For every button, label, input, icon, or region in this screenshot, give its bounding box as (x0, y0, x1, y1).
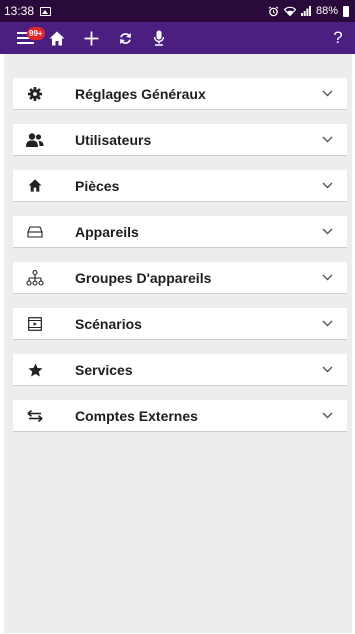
refresh-button[interactable] (108, 22, 142, 54)
menu-item-label: Pièces (75, 177, 120, 194)
microphone-icon (153, 30, 165, 46)
signal-icon (300, 6, 311, 16)
menu-item-rooms[interactable]: Pièces (13, 170, 347, 202)
chevron-down-icon (307, 274, 347, 281)
chevron-down-icon (307, 366, 347, 373)
status-right: 88% (268, 5, 349, 17)
menu-item-label: Scénarios (75, 315, 142, 332)
chevron-down-icon (307, 136, 347, 143)
toolbar: 99+ ? (0, 22, 355, 54)
external-accounts-icon (13, 400, 57, 432)
menu-item-users[interactable]: Utilisateurs (13, 124, 347, 156)
chevron-down-icon (307, 90, 347, 97)
battery-percent: 88% (315, 5, 338, 17)
status-left: 13:38 (4, 4, 52, 18)
add-icon (84, 31, 98, 45)
menu-button[interactable]: 99+ (10, 22, 45, 54)
notification-badge: 99+ (27, 27, 45, 40)
menu-item-scenarios[interactable]: Scénarios (13, 308, 347, 340)
home-button[interactable] (40, 22, 74, 54)
refresh-icon (119, 32, 131, 44)
wifi-icon (283, 6, 296, 16)
menu-item-label: Appareils (75, 223, 139, 240)
menu-item-label: Réglages Généraux (75, 85, 206, 102)
image-notification-icon (40, 6, 52, 16)
add-button[interactable] (74, 22, 108, 54)
home-icon (49, 31, 65, 45)
microphone-button[interactable] (142, 22, 176, 54)
menu-item-external-accounts[interactable]: Comptes Externes (13, 400, 347, 432)
menu-item-services[interactable]: Services (13, 354, 347, 386)
device-icon (13, 216, 57, 248)
status-bar: 13:38 88% (0, 0, 355, 22)
menu-item-label: Utilisateurs (75, 131, 152, 148)
settings-list: Réglages Généraux Utilisateurs Pièces Ap… (4, 54, 352, 633)
menu-item-devices[interactable]: Appareils (13, 216, 347, 248)
status-time: 13:38 (4, 4, 35, 18)
gear-icon (13, 78, 57, 110)
alarm-icon (268, 5, 279, 16)
users-icon (13, 124, 57, 156)
menu-item-device-groups[interactable]: Groupes D'appareils (13, 262, 347, 294)
menu-item-label: Groupes D'appareils (75, 269, 212, 286)
menu-item-label: Services (75, 361, 133, 378)
help-button[interactable]: ? (321, 22, 355, 54)
chevron-down-icon (307, 320, 347, 327)
home-icon (13, 170, 57, 202)
battery-icon (343, 5, 349, 17)
star-icon (13, 354, 57, 386)
scenario-icon (13, 308, 57, 340)
menu-item-label: Comptes Externes (75, 407, 198, 424)
chevron-down-icon (307, 228, 347, 235)
device-group-icon (13, 262, 57, 294)
chevron-down-icon (307, 412, 347, 419)
help-label: ? (333, 28, 343, 47)
chevron-down-icon (307, 182, 347, 189)
menu-item-general-settings[interactable]: Réglages Généraux (13, 78, 347, 110)
